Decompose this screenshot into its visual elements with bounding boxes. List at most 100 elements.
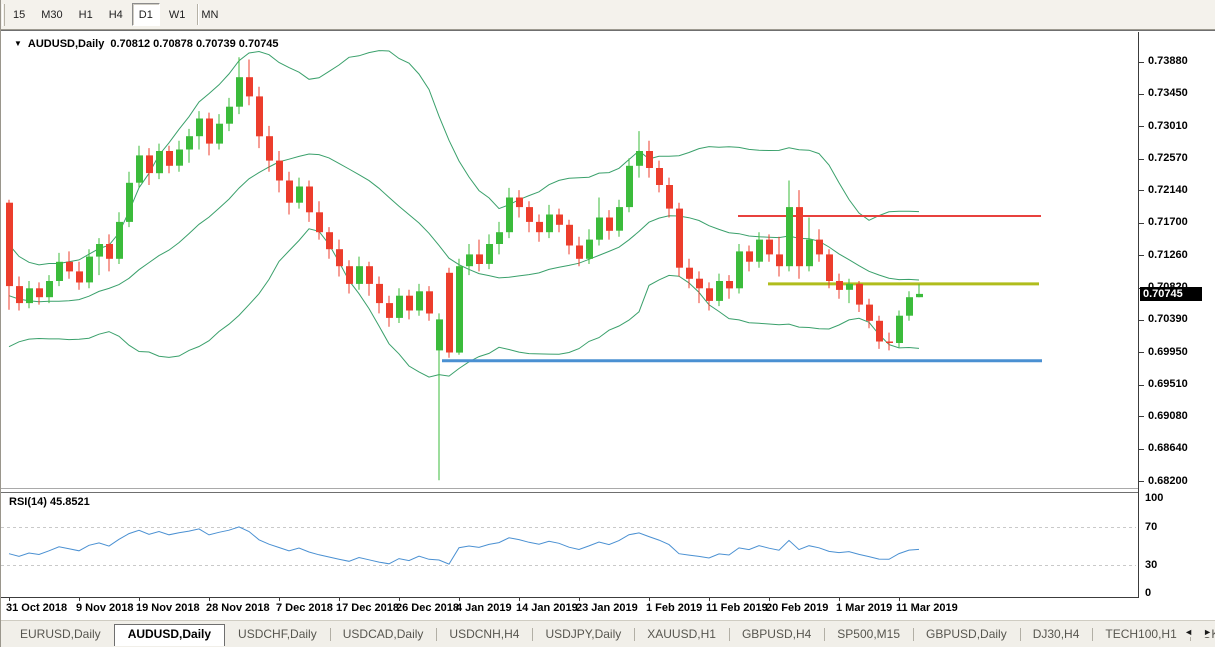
rsi-level-label: 0: [1145, 587, 1151, 599]
candle-body-bull: [436, 319, 443, 350]
tab-eurusd-daily[interactable]: EURUSD,Daily: [7, 624, 114, 646]
price-tick-label: 0.69080: [1148, 410, 1188, 422]
candle-body-bull: [496, 232, 503, 244]
timeframe-button-d1[interactable]: D1: [132, 3, 160, 26]
timeframe-button-w1[interactable]: W1: [162, 3, 193, 26]
price-tick-mark: [1139, 223, 1144, 224]
rsi-pane-svg[interactable]: [1, 493, 1138, 597]
candle-body-bull: [56, 262, 63, 281]
candle-body-bull: [176, 150, 183, 166]
timeframe-toolbar: 15M30H1H4D1W1MN: [1, 0, 1215, 30]
candle-body-bear: [256, 96, 263, 136]
chart-symbol-label: AUDUSD,Daily: [28, 38, 104, 50]
price-tick-label: 0.70390: [1148, 313, 1188, 325]
candle-body-bear: [696, 279, 703, 289]
date-tick-mark: [279, 598, 280, 601]
date-tick-mark: [839, 598, 840, 601]
price-tick-mark: [1139, 159, 1144, 160]
candle-body-bull: [756, 240, 763, 262]
price-tick-label: 0.68200: [1148, 475, 1188, 487]
timeframe-button-mn[interactable]: MN: [194, 3, 225, 26]
bollinger-upper-band: [9, 51, 919, 265]
price-tick-label: 0.71700: [1148, 216, 1188, 228]
candle-body-bear: [566, 225, 573, 246]
rsi-indicator-label: RSI(14) 45.8521: [7, 496, 92, 508]
candle-body-bull: [806, 240, 813, 267]
candle-body-bear: [726, 281, 733, 288]
candle-body-bear: [706, 288, 713, 301]
price-tick-mark: [1139, 190, 1144, 191]
chart-title: ▼ AUDUSD,Daily 0.70812 0.70878 0.70739 0…: [11, 38, 282, 50]
candle-body-bear: [66, 262, 73, 272]
candle-body-bear: [686, 268, 693, 279]
date-tick-label: 9 Nov 2018: [76, 602, 133, 614]
date-tick-mark: [649, 598, 650, 601]
price-tick-label: 0.72570: [1148, 152, 1188, 164]
date-tick-mark: [399, 598, 400, 601]
date-tick-label: 11 Feb 2019: [706, 602, 768, 614]
candle-body-bear: [266, 136, 273, 160]
date-tick-mark: [519, 598, 520, 601]
date-tick-mark: [899, 598, 900, 601]
toolbar-grip-icon[interactable]: [2, 4, 5, 26]
candle-body-bear: [206, 119, 213, 144]
tab-gbpusd-daily[interactable]: GBPUSD,Daily: [913, 624, 1020, 646]
tab-usdjpy-daily[interactable]: USDJPY,Daily: [532, 624, 634, 646]
date-tick-mark: [9, 598, 10, 601]
price-tick-mark: [1139, 62, 1144, 63]
candle-body-bear: [856, 284, 863, 305]
candle-body-bull: [626, 166, 633, 207]
timeframe-button-h4[interactable]: H4: [102, 3, 130, 26]
candle-body-bear: [76, 271, 83, 282]
candle-body-bear: [526, 207, 533, 222]
tab-sp500-m15[interactable]: SP500,M15: [824, 624, 913, 646]
candle-body-bear: [776, 254, 783, 266]
date-tick-label: 31 Oct 2018: [6, 602, 67, 614]
candle-body-bear: [606, 218, 613, 231]
candle-body-bear: [366, 266, 373, 284]
candle-body-bear: [166, 151, 173, 166]
candle-body-bull: [226, 107, 233, 124]
chevron-down-icon[interactable]: ▼: [14, 40, 22, 48]
tab-dj30-h4[interactable]: DJ30,H4: [1020, 624, 1093, 646]
price-tick-mark: [1139, 94, 1144, 95]
timeframe-button-m30[interactable]: M30: [34, 3, 69, 26]
date-tick-label: 4 Jan 2019: [456, 602, 512, 614]
toolbar-separator: [197, 4, 199, 25]
candle-body-bear: [476, 254, 483, 264]
price-chart-svg[interactable]: [1, 32, 1138, 489]
tab-usdchf-daily[interactable]: USDCHF,Daily: [225, 624, 330, 646]
candle-body-bear: [536, 222, 543, 232]
candle-body-bull: [196, 119, 203, 137]
date-tick-label: 26 Dec 2018: [396, 602, 459, 614]
candle-body-bear: [836, 281, 843, 290]
timeframe-button-h1[interactable]: H1: [72, 3, 100, 26]
price-tick-label: 0.73450: [1148, 87, 1188, 99]
timeframe-button-15[interactable]: 15: [6, 3, 32, 26]
tab-usdcad-daily[interactable]: USDCAD,Daily: [330, 624, 437, 646]
date-tick-label: 7 Dec 2018: [276, 602, 333, 614]
candle-body-bear: [426, 291, 433, 313]
date-tick-mark: [339, 598, 340, 601]
tab-audusd-daily[interactable]: AUDUSD,Daily: [114, 624, 225, 646]
date-tick-mark: [579, 598, 580, 601]
candle-body-bull: [596, 218, 603, 240]
candle-body-bull: [466, 254, 473, 266]
tab-tech100-h1[interactable]: TECH100,H1: [1092, 624, 1189, 646]
tab-xauusd-h1[interactable]: XAUUSD,H1: [634, 624, 729, 646]
candle-body-bull: [586, 240, 593, 259]
candle-body-bull: [396, 296, 403, 318]
price-axis[interactable]: 0.738800.734500.730100.725700.721400.717…: [1138, 32, 1215, 598]
tab-scroll-left-icon[interactable]: ◄: [1184, 627, 1193, 637]
candle-body-bear: [246, 77, 253, 96]
date-tick-label: 19 Nov 2018: [136, 602, 200, 614]
candle-body-bear: [406, 296, 413, 311]
date-axis[interactable]: 31 Oct 20189 Nov 201819 Nov 201828 Nov 2…: [1, 598, 1138, 620]
tab-scroll-right-icon[interactable]: ►: [1203, 627, 1212, 637]
bollinger-middle-band: [9, 154, 919, 302]
price-tick-label: 0.72140: [1148, 184, 1188, 196]
price-tick-label: 0.68640: [1148, 442, 1188, 454]
pane-divider[interactable]: [1, 488, 1215, 493]
tab-gbpusd-h4[interactable]: GBPUSD,H4: [729, 624, 824, 646]
tab-usdcnh-h4[interactable]: USDCNH,H4: [436, 624, 532, 646]
